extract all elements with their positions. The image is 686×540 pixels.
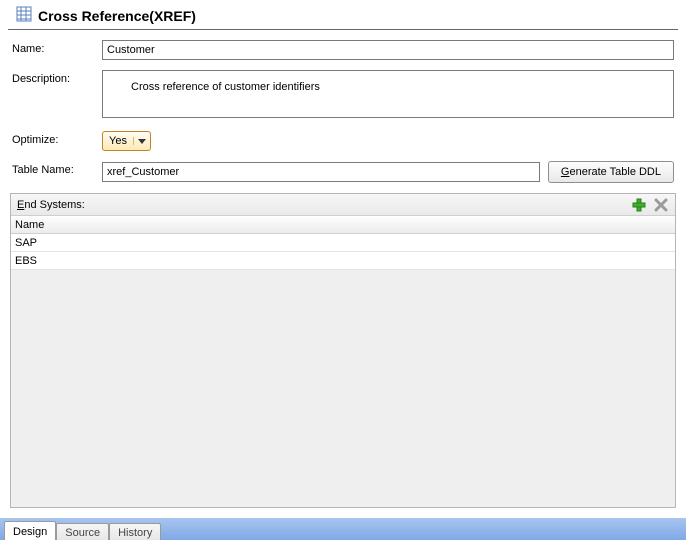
editor-header: Cross Reference(XREF)	[8, 0, 678, 30]
chevron-down-icon	[133, 137, 150, 145]
delete-icon[interactable]	[653, 197, 669, 213]
optimize-value: Yes	[103, 135, 133, 147]
optimize-label: Optimize:	[12, 131, 102, 146]
tab-label: History	[118, 527, 152, 539]
list-item[interactable]: EBS	[11, 252, 675, 270]
table-name-input[interactable]	[102, 162, 540, 182]
tab-label: Source	[65, 527, 100, 539]
optimize-select[interactable]: Yes	[102, 131, 151, 151]
add-icon[interactable]	[631, 197, 647, 213]
description-label: Description:	[12, 70, 102, 85]
tab-label: Design	[13, 526, 47, 538]
form-area: Name: Description: Cross reference of cu…	[0, 30, 686, 193]
tab-design[interactable]: Design	[4, 521, 56, 540]
list-item-label: SAP	[15, 237, 37, 249]
name-input[interactable]	[102, 40, 674, 60]
page-title: Cross Reference(XREF)	[38, 8, 196, 24]
end-systems-label: End Systems:	[17, 199, 631, 211]
tab-history[interactable]: History	[109, 523, 161, 540]
name-label: Name:	[12, 40, 102, 55]
xref-icon	[16, 6, 32, 25]
list-item[interactable]: SAP	[11, 234, 675, 252]
description-input[interactable]: Cross reference of customer identifiers	[102, 70, 674, 118]
end-systems-titlebar: End Systems:	[11, 194, 675, 216]
list-item-label: EBS	[15, 255, 37, 267]
end-systems-panel: End Systems: Name	[10, 193, 676, 508]
bottom-tab-bar: Design Source History	[0, 518, 686, 540]
tab-source[interactable]: Source	[56, 523, 109, 540]
generate-table-ddl-button[interactable]: Generate Table DDL	[548, 161, 674, 183]
table-name-label: Table Name:	[12, 161, 102, 176]
end-systems-body: SAP EBS	[11, 234, 675, 507]
column-name-header: Name	[15, 219, 44, 231]
end-systems-column-header[interactable]: Name	[11, 216, 675, 234]
